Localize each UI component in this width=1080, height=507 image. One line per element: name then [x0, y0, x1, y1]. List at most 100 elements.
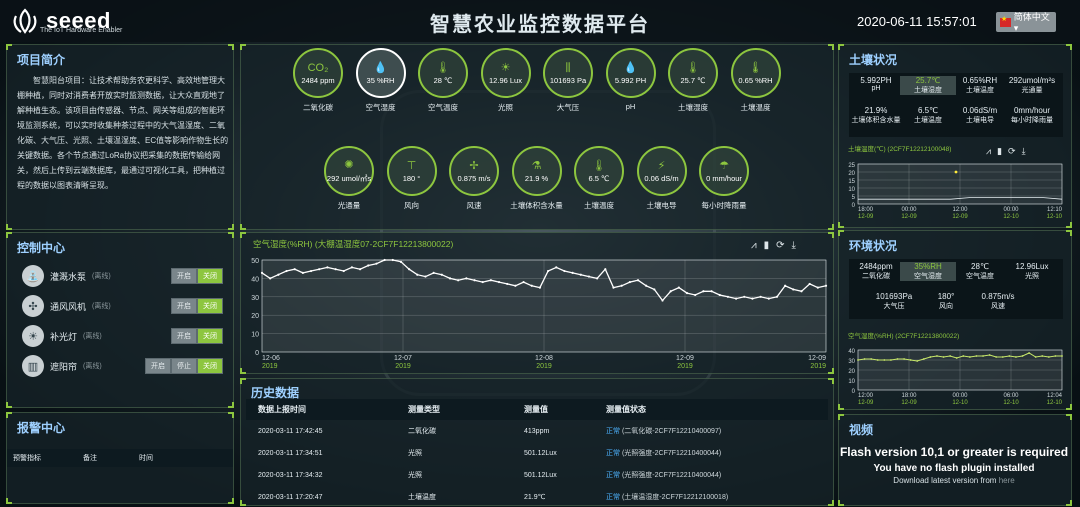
gauge-label: 空气温度 — [428, 103, 458, 112]
data-point — [318, 268, 321, 271]
main-chart-toolbar: ⩘ ▮ ⟳ ⤓ — [751, 240, 796, 251]
x-tick-label: 12-10 — [1003, 214, 1019, 220]
gauge-value: 0.65 %RH — [738, 75, 773, 85]
data-point — [800, 290, 803, 293]
data-point — [669, 290, 672, 293]
on-button[interactable]: 开启 — [171, 298, 197, 314]
data-point — [653, 288, 656, 291]
data-point — [694, 293, 697, 297]
x-tick-label: 12-09 — [676, 355, 694, 362]
data-point — [269, 277, 272, 280]
gauge-value: 12.96 Lux — [489, 75, 522, 85]
off-button[interactable]: 关闭 — [197, 358, 223, 374]
on-button[interactable]: 开启 — [171, 268, 197, 284]
line-chart-icon[interactable]: ⩘ — [986, 146, 991, 157]
status-normal: 正常 — [606, 450, 620, 457]
data-point — [890, 359, 892, 361]
soil-chart-toolbar: ⩘ ▮ ⟳ ⤓ — [986, 146, 1026, 157]
alarm-col-time: 时间 — [139, 455, 153, 462]
col-measure-type: 测量类型 — [396, 399, 512, 420]
col-measure-value: 测量值 — [512, 399, 594, 420]
data-point — [808, 282, 811, 286]
gauge-ring: 🌡 25.7 ℃ — [668, 48, 718, 98]
status-value: 5.992PH — [860, 76, 892, 85]
data-point — [350, 266, 354, 269]
table-row[interactable]: 2020-03-11 17:42:45 二氧化碳 413ppm 正常 (二氧化碳… — [246, 420, 828, 442]
status-label: pH — [871, 85, 881, 92]
table-row[interactable]: 2020-03-11 17:34:51 光照 501.12Lux 正常 (光照强… — [246, 442, 828, 464]
off-button[interactable]: 关闭 — [197, 268, 223, 284]
gauge-value: 21.9 % — [524, 173, 549, 183]
on-button[interactable]: 开启 — [171, 328, 197, 344]
status-value-cell: 21.9% 土壤体积含水量 — [848, 106, 904, 125]
status-source: (光照强度-2CF7F12210400044) — [621, 450, 722, 457]
alarm-col-note: 备注 — [83, 455, 97, 462]
gauge-label: 空气湿度 — [365, 103, 396, 112]
table-row[interactable]: 2020-03-11 17:20:47 土壤温度 21.9℃ 正常 (土壤温湿度… — [246, 486, 828, 507]
status-value: 2484ppm — [859, 262, 893, 271]
refresh-icon[interactable]: ⟳ — [776, 240, 784, 251]
gauge-ring: ✢ 0.875 m/s — [449, 146, 499, 196]
gauge-label: 二氧化碳 — [303, 103, 333, 112]
measure-status: 正常 (光照强度-2CF7F12210400044) — [594, 464, 828, 486]
status-value-cell: 35%RH 空气湿度 — [900, 262, 956, 281]
env-chart-title: 空气湿度(%RH) (2CF7F12213800022) — [848, 333, 960, 340]
x-tick-label: 12-09 — [901, 400, 917, 406]
x-tick-label: 00:00 — [901, 207, 917, 213]
sensor-gauge[interactable]: ☂ 0 mm/hour 每小时降雨量 — [686, 146, 762, 211]
flash-notice: Flash version 10,1 or greater is require… — [838, 440, 1070, 485]
data-point — [685, 292, 689, 295]
measure-status: 正常 (光照强度-2CF7F12210400044) — [594, 442, 828, 464]
flash-download-link[interactable]: here — [999, 476, 1015, 485]
on-button[interactable]: 开启 — [145, 358, 171, 374]
status-value: 0.875m/s — [981, 292, 1015, 301]
device-icon: ✣ — [22, 295, 44, 317]
data-point — [1061, 355, 1063, 357]
data-point — [375, 262, 378, 265]
off-button[interactable]: 关闭 — [197, 328, 223, 344]
refresh-icon[interactable]: ⟳ — [1008, 146, 1016, 157]
control-device-row: ▥ 遮阳帘 (离线) 开启 停止 关闭 — [22, 354, 227, 378]
env-title: 环境状况 — [849, 239, 898, 253]
status-value: 0.06dS/m — [962, 106, 998, 115]
bar-chart-icon[interactable]: ▮ — [997, 146, 1002, 157]
data-point — [596, 277, 599, 280]
sensor-icon: 🌡 — [436, 61, 450, 74]
measure-type: 二氧化碳 — [408, 428, 436, 435]
x-tick-label: 12-08 — [535, 355, 553, 362]
data-point — [620, 284, 623, 287]
data-point — [628, 280, 631, 284]
device-status: (离线) — [92, 273, 111, 280]
stop-button[interactable]: 停止 — [171, 358, 197, 374]
data-point — [367, 264, 370, 267]
data-point — [975, 355, 978, 357]
status-source: (二氧化碳-2CF7F12210400097) — [621, 428, 722, 435]
y-tick-label: 20 — [251, 313, 259, 320]
status-value: 6.5℃ — [917, 106, 939, 115]
data-point — [391, 258, 394, 262]
off-button[interactable]: 关闭 — [197, 298, 223, 314]
gauge-label: pH — [625, 102, 636, 111]
status-label: 土壤温度 — [966, 87, 994, 94]
status-value-cell: 25.7℃ 土壤湿度 — [900, 76, 956, 95]
status-value: 12.96Lux — [1015, 262, 1049, 271]
col-report-time: 数据上报时间 — [246, 399, 396, 420]
table-row[interactable]: 2020-03-11 17:34:32 光照 501.12Lux 正常 (光照强… — [246, 464, 828, 486]
control-device-row: ✣ 通风风机 (离线) 开启 关闭 — [22, 294, 227, 318]
line-chart-icon[interactable]: ⩘ — [751, 240, 757, 251]
video-title: 视频 — [849, 423, 874, 437]
data-point — [579, 273, 582, 276]
language-select[interactable]: 简体中文 ▾ — [996, 12, 1056, 33]
status-normal: 正常 — [606, 472, 620, 479]
sensor-gauge[interactable]: 🌡 0.65 %RH 土壤温度 — [718, 48, 794, 113]
language-label: 简体中文 ▾ — [1013, 12, 1050, 33]
data-point — [1008, 355, 1011, 357]
current-datetime: 2020-06-11 15:57:01 — [857, 14, 977, 29]
device-name: 补光灯 — [50, 331, 78, 342]
bar-chart-icon[interactable]: ▮ — [764, 240, 770, 251]
download-icon[interactable]: ⤓ — [792, 240, 796, 251]
device-buttons: 开启 关闭 — [171, 268, 223, 284]
download-icon[interactable]: ⤓ — [1022, 146, 1026, 157]
status-normal: 正常 — [606, 494, 620, 501]
x-tick-label: 2019 — [810, 363, 826, 370]
